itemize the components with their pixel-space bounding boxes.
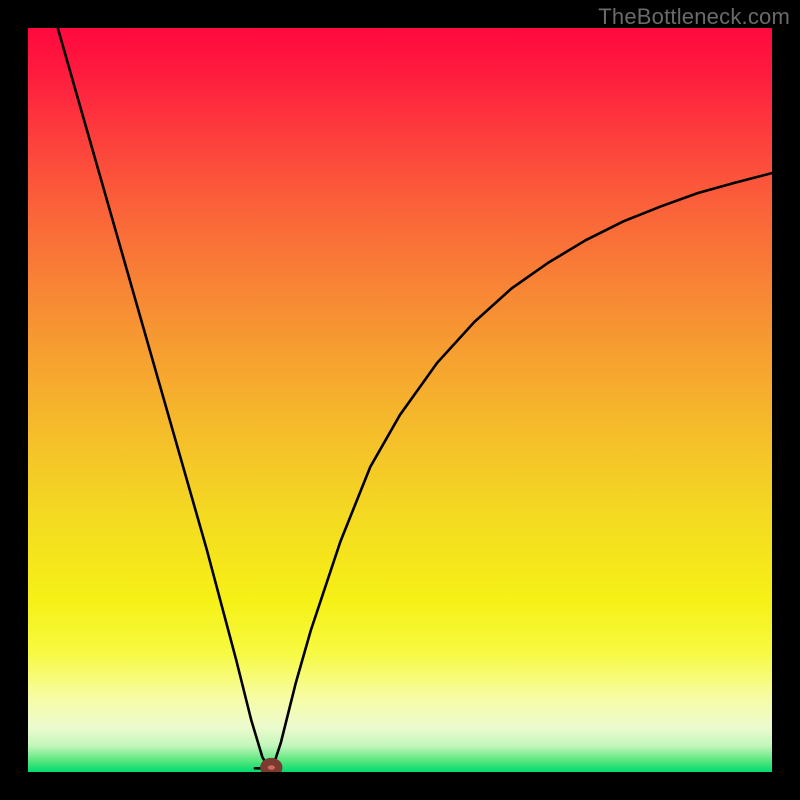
watermark-text: TheBottleneck.com xyxy=(598,4,790,30)
plot-area xyxy=(28,28,772,772)
curve-vertex-marker xyxy=(264,762,279,772)
chart-frame: TheBottleneck.com xyxy=(0,0,800,800)
curve-right-branch xyxy=(271,173,772,772)
curve-left-branch xyxy=(58,28,272,772)
bottleneck-curve xyxy=(28,28,772,772)
